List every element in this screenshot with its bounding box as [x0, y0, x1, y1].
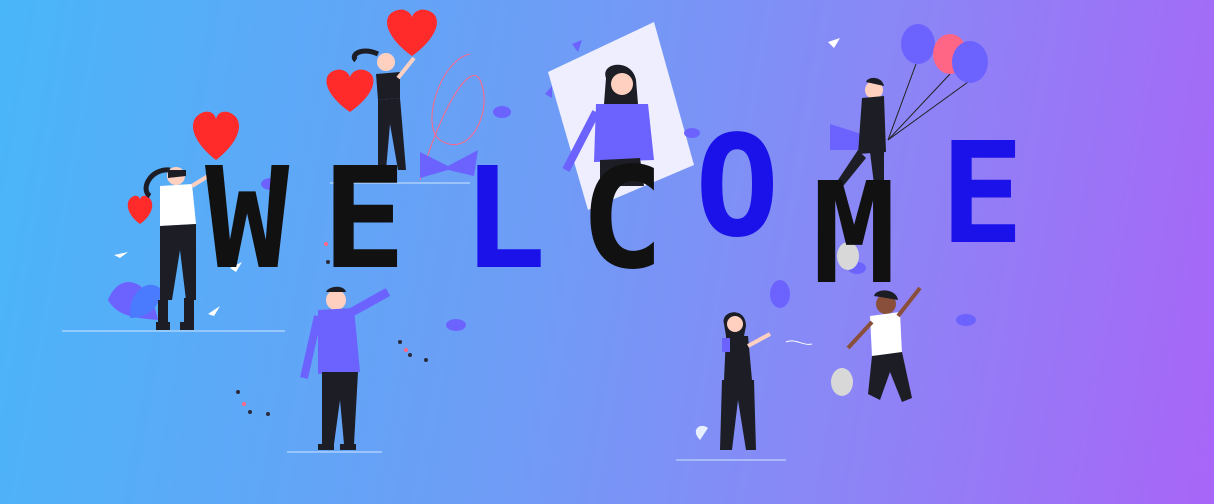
leaf-icon	[572, 40, 582, 52]
squiggle	[785, 340, 813, 345]
heart-icon	[326, 69, 374, 112]
balloon-icon	[831, 368, 853, 396]
heart-icon	[387, 9, 437, 56]
decor-blob	[493, 106, 511, 118]
woman-standing-figure	[720, 312, 771, 450]
welcome-banner: W E L C O M E	[0, 0, 1214, 504]
leaf-icon	[828, 38, 840, 48]
leaf-icon	[545, 86, 552, 98]
man-purple-sweater-figure	[300, 286, 391, 450]
leaf-icon	[695, 425, 708, 440]
balloon-icon	[770, 280, 790, 308]
balloon-icon	[952, 41, 988, 83]
decor-blob	[446, 319, 466, 331]
welcome-letter-e2: E	[940, 113, 1025, 276]
welcome-letter-m: M	[812, 153, 897, 316]
balloon-icon	[901, 24, 935, 64]
heart-icon	[127, 195, 153, 224]
welcome-letter-c: C	[580, 138, 665, 301]
leaf-icon	[114, 252, 128, 258]
welcome-letter-l: L	[462, 138, 547, 301]
leaf-icon	[208, 306, 220, 316]
welcome-letter-e: E	[322, 138, 407, 301]
welcome-letter-w: W	[205, 138, 290, 301]
decor-blob	[956, 314, 976, 326]
welcome-letter-o: O	[695, 106, 780, 269]
